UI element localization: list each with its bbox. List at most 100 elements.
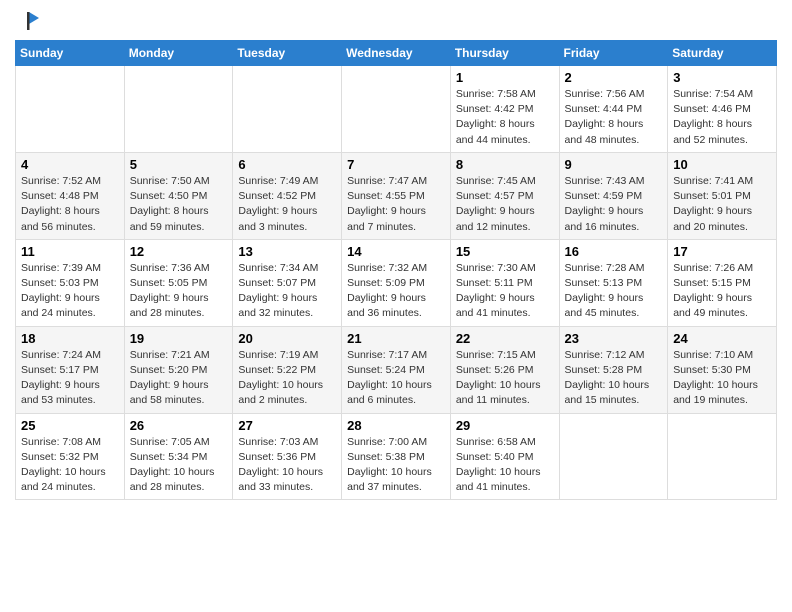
calendar-day-cell: 22 Sunrise: 7:15 AM Sunset: 5:26 PM Dayli…: [450, 326, 559, 413]
calendar-week-row: 18 Sunrise: 7:24 AM Sunset: 5:17 PM Dayli…: [16, 326, 777, 413]
day-number: 2: [565, 70, 663, 85]
day-info: Sunrise: 7:54 AM Sunset: 4:46 PM Dayligh…: [673, 87, 771, 148]
calendar-day-cell: 16 Sunrise: 7:28 AM Sunset: 5:13 PM Dayli…: [559, 239, 668, 326]
day-number: 22: [456, 331, 554, 346]
calendar-day-cell: 14 Sunrise: 7:32 AM Sunset: 5:09 PM Dayli…: [342, 239, 451, 326]
calendar-table: SundayMondayTuesdayWednesdayThursdayFrid…: [15, 40, 777, 500]
day-number: 14: [347, 244, 445, 259]
calendar-day-cell: 29 Sunrise: 6:58 AM Sunset: 5:40 PM Dayli…: [450, 413, 559, 500]
day-number: 5: [130, 157, 228, 172]
calendar-day-header: Monday: [124, 41, 233, 66]
calendar-day-cell: [233, 66, 342, 153]
day-info: Sunrise: 7:19 AM Sunset: 5:22 PM Dayligh…: [238, 348, 336, 409]
day-info: Sunrise: 7:15 AM Sunset: 5:26 PM Dayligh…: [456, 348, 554, 409]
calendar-day-cell: 15 Sunrise: 7:30 AM Sunset: 5:11 PM Dayli…: [450, 239, 559, 326]
calendar-day-cell: [124, 66, 233, 153]
calendar-day-header: Saturday: [668, 41, 777, 66]
day-number: 21: [347, 331, 445, 346]
calendar-day-cell: [668, 413, 777, 500]
day-number: 18: [21, 331, 119, 346]
calendar-day-cell: 2Sunrise: 7:56 AM Sunset: 4:44 PM Daylig…: [559, 66, 668, 153]
calendar-day-cell: 25Sunrise: 7:08 AM Sunset: 5:32 PM Dayli…: [16, 413, 125, 500]
calendar-day-cell: 3 Sunrise: 7:54 AM Sunset: 4:46 PM Daylig…: [668, 66, 777, 153]
day-info: Sunrise: 7:36 AM Sunset: 5:05 PM Dayligh…: [130, 261, 228, 322]
day-number: 13: [238, 244, 336, 259]
day-number: 1: [456, 70, 554, 85]
calendar-week-row: 25Sunrise: 7:08 AM Sunset: 5:32 PM Dayli…: [16, 413, 777, 500]
calendar-day-cell: 7 Sunrise: 7:47 AM Sunset: 4:55 PM Daylig…: [342, 152, 451, 239]
day-number: 23: [565, 331, 663, 346]
calendar-day-cell: [559, 413, 668, 500]
day-number: 12: [130, 244, 228, 259]
day-number: 6: [238, 157, 336, 172]
day-info: Sunrise: 7:43 AM Sunset: 4:59 PM Dayligh…: [565, 174, 663, 235]
calendar-day-cell: 11 Sunrise: 7:39 AM Sunset: 5:03 PM Dayli…: [16, 239, 125, 326]
day-number: 24: [673, 331, 771, 346]
calendar-day-header: Wednesday: [342, 41, 451, 66]
day-info: Sunrise: 7:05 AM Sunset: 5:34 PM Dayligh…: [130, 435, 228, 496]
day-number: 9: [565, 157, 663, 172]
calendar-day-cell: 23 Sunrise: 7:12 AM Sunset: 5:28 PM Dayli…: [559, 326, 668, 413]
calendar-day-cell: 18 Sunrise: 7:24 AM Sunset: 5:17 PM Dayli…: [16, 326, 125, 413]
day-info: Sunrise: 7:39 AM Sunset: 5:03 PM Dayligh…: [21, 261, 119, 322]
day-info: Sunrise: 7:12 AM Sunset: 5:28 PM Dayligh…: [565, 348, 663, 409]
day-info: Sunrise: 7:41 AM Sunset: 5:01 PM Dayligh…: [673, 174, 771, 235]
calendar-day-cell: 27 Sunrise: 7:03 AM Sunset: 5:36 PM Dayli…: [233, 413, 342, 500]
day-info: Sunrise: 7:21 AM Sunset: 5:20 PM Dayligh…: [130, 348, 228, 409]
day-number: 29: [456, 418, 554, 433]
calendar-week-row: 4 Sunrise: 7:52 AM Sunset: 4:48 PM Daylig…: [16, 152, 777, 239]
day-info: Sunrise: 7:17 AM Sunset: 5:24 PM Dayligh…: [347, 348, 445, 409]
day-number: 15: [456, 244, 554, 259]
day-number: 11: [21, 244, 119, 259]
calendar-day-cell: 17 Sunrise: 7:26 AM Sunset: 5:15 PM Dayli…: [668, 239, 777, 326]
calendar-day-header: Thursday: [450, 41, 559, 66]
day-info: Sunrise: 7:49 AM Sunset: 4:52 PM Dayligh…: [238, 174, 336, 235]
day-number: 3: [673, 70, 771, 85]
day-number: 10: [673, 157, 771, 172]
calendar-day-cell: 4 Sunrise: 7:52 AM Sunset: 4:48 PM Daylig…: [16, 152, 125, 239]
calendar-header-row: SundayMondayTuesdayWednesdayThursdayFrid…: [16, 41, 777, 66]
day-number: 19: [130, 331, 228, 346]
day-info: Sunrise: 7:26 AM Sunset: 5:15 PM Dayligh…: [673, 261, 771, 322]
calendar-week-row: 11 Sunrise: 7:39 AM Sunset: 5:03 PM Dayli…: [16, 239, 777, 326]
day-info: Sunrise: 7:52 AM Sunset: 4:48 PM Dayligh…: [21, 174, 119, 235]
day-info: Sunrise: 7:24 AM Sunset: 5:17 PM Dayligh…: [21, 348, 119, 409]
calendar-day-cell: 24 Sunrise: 7:10 AM Sunset: 5:30 PM Dayli…: [668, 326, 777, 413]
calendar-day-cell: 1Sunrise: 7:58 AM Sunset: 4:42 PM Daylig…: [450, 66, 559, 153]
day-info: Sunrise: 7:00 AM Sunset: 5:38 PM Dayligh…: [347, 435, 445, 496]
day-info: Sunrise: 7:32 AM Sunset: 5:09 PM Dayligh…: [347, 261, 445, 322]
calendar-day-cell: 20 Sunrise: 7:19 AM Sunset: 5:22 PM Dayli…: [233, 326, 342, 413]
day-info: Sunrise: 7:45 AM Sunset: 4:57 PM Dayligh…: [456, 174, 554, 235]
day-number: 25: [21, 418, 119, 433]
day-info: Sunrise: 7:10 AM Sunset: 5:30 PM Dayligh…: [673, 348, 771, 409]
calendar-day-cell: 26 Sunrise: 7:05 AM Sunset: 5:34 PM Dayli…: [124, 413, 233, 500]
day-info: Sunrise: 7:28 AM Sunset: 5:13 PM Dayligh…: [565, 261, 663, 322]
calendar-day-header: Friday: [559, 41, 668, 66]
day-number: 26: [130, 418, 228, 433]
day-number: 17: [673, 244, 771, 259]
calendar-day-cell: 28 Sunrise: 7:00 AM Sunset: 5:38 PM Dayli…: [342, 413, 451, 500]
calendar-week-row: 1Sunrise: 7:58 AM Sunset: 4:42 PM Daylig…: [16, 66, 777, 153]
day-info: Sunrise: 7:30 AM Sunset: 5:11 PM Dayligh…: [456, 261, 554, 322]
day-number: 27: [238, 418, 336, 433]
calendar-day-cell: 12 Sunrise: 7:36 AM Sunset: 5:05 PM Dayli…: [124, 239, 233, 326]
calendar-day-cell: 13 Sunrise: 7:34 AM Sunset: 5:07 PM Dayli…: [233, 239, 342, 326]
page-header: [15, 10, 777, 32]
calendar-day-cell: [16, 66, 125, 153]
day-info: Sunrise: 7:50 AM Sunset: 4:50 PM Dayligh…: [130, 174, 228, 235]
calendar-day-cell: 5 Sunrise: 7:50 AM Sunset: 4:50 PM Daylig…: [124, 152, 233, 239]
day-number: 16: [565, 244, 663, 259]
day-info: Sunrise: 7:34 AM Sunset: 5:07 PM Dayligh…: [238, 261, 336, 322]
calendar-day-cell: 10 Sunrise: 7:41 AM Sunset: 5:01 PM Dayli…: [668, 152, 777, 239]
day-number: 28: [347, 418, 445, 433]
day-number: 7: [347, 157, 445, 172]
day-info: Sunrise: 6:58 AM Sunset: 5:40 PM Dayligh…: [456, 435, 554, 496]
day-info: Sunrise: 7:47 AM Sunset: 4:55 PM Dayligh…: [347, 174, 445, 235]
day-number: 20: [238, 331, 336, 346]
day-number: 4: [21, 157, 119, 172]
calendar-day-cell: 9 Sunrise: 7:43 AM Sunset: 4:59 PM Daylig…: [559, 152, 668, 239]
calendar-day-cell: 19 Sunrise: 7:21 AM Sunset: 5:20 PM Dayli…: [124, 326, 233, 413]
day-info: Sunrise: 7:03 AM Sunset: 5:36 PM Dayligh…: [238, 435, 336, 496]
calendar-day-cell: 6 Sunrise: 7:49 AM Sunset: 4:52 PM Daylig…: [233, 152, 342, 239]
logo: [15, 10, 39, 32]
